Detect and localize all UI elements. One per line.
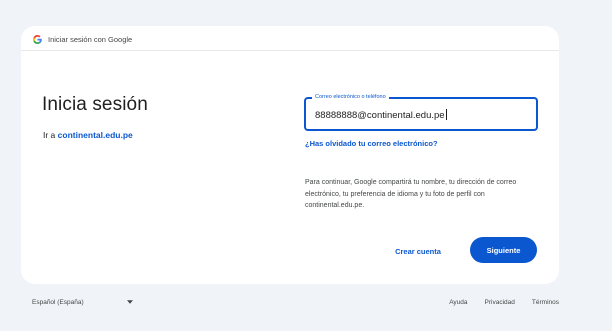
email-value-text[interactable]: 88888888@continental.edu.pe <box>315 110 445 121</box>
email-field-value[interactable]: 88888888@continental.edu.pe <box>315 109 447 121</box>
redirect-subtitle: Ir a continental.edu.pe <box>43 130 133 140</box>
privacy-link[interactable]: Privacidad <box>485 299 515 306</box>
page-title: Inicia sesión <box>42 94 148 115</box>
create-account-button[interactable]: Crear cuenta <box>389 239 447 263</box>
email-field[interactable]: Correo electrónico o teléfono 88888888@c… <box>304 93 538 131</box>
header-divider <box>21 50 559 51</box>
subtitle-prefix: Ir a <box>43 130 56 140</box>
language-selector[interactable]: Español (España) <box>32 299 84 306</box>
next-button[interactable]: Siguiente <box>470 237 537 263</box>
google-g-icon <box>33 35 42 44</box>
subtitle-domain-link[interactable]: continental.edu.pe <box>58 130 133 140</box>
help-link[interactable]: Ayuda <box>449 299 467 306</box>
email-field-label: Correo electrónico o teléfono <box>312 93 389 102</box>
language-label[interactable]: Español (España) <box>32 299 84 306</box>
forgot-email-link[interactable]: ¿Has olvidado tu correo electrónico? <box>305 139 438 148</box>
footer-links: Ayuda Privacidad Términos <box>449 299 559 306</box>
card-header: Iniciar sesión con Google <box>33 35 132 44</box>
chevron-down-icon[interactable] <box>127 300 133 304</box>
sharing-info-text: Para continuar, Google compartirá tu nom… <box>305 179 517 209</box>
header-title: Iniciar sesión con Google <box>48 35 133 44</box>
terms-link[interactable]: Términos <box>532 299 559 306</box>
text-cursor <box>445 109 447 120</box>
sign-in-card: Iniciar sesión con Google Inicia sesión … <box>21 26 559 284</box>
